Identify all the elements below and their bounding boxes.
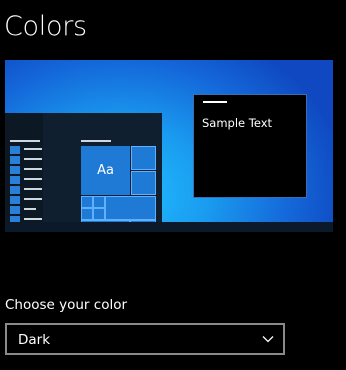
app-list-heading-line xyxy=(10,140,40,142)
start-menu-preview: Aa xyxy=(5,113,162,232)
app-list-icon xyxy=(10,156,20,164)
app-list-line xyxy=(24,198,42,200)
sample-text: Sample Text xyxy=(202,116,273,130)
app-list-line xyxy=(24,218,42,220)
app-list-icon xyxy=(10,206,20,214)
app-list-line xyxy=(24,168,42,170)
tile xyxy=(81,220,130,232)
tiles-heading-line xyxy=(81,140,111,142)
app-list-icon xyxy=(10,216,20,224)
tile xyxy=(93,196,105,208)
app-list-line xyxy=(24,208,36,210)
tile xyxy=(105,196,156,220)
app-list-line xyxy=(24,148,42,150)
tile xyxy=(131,146,156,170)
chevron-down-icon xyxy=(262,336,274,343)
tile-grid: Aa xyxy=(81,146,156,232)
choose-color-label: Choose your color xyxy=(5,297,128,313)
app-list-icon xyxy=(10,196,20,204)
app-list-icon xyxy=(10,166,20,174)
app-list-icon xyxy=(10,146,20,154)
app-list-line xyxy=(24,158,42,160)
app-list-line xyxy=(24,178,42,180)
tile xyxy=(93,208,105,220)
tile-aa: Aa xyxy=(81,146,130,195)
color-mode-selected-value: Dark xyxy=(18,332,51,348)
page-title: Colors xyxy=(4,11,87,42)
color-mode-dropdown[interactable]: Dark xyxy=(5,323,285,355)
tile-aa-label: Aa xyxy=(97,163,114,178)
theme-preview: Aa Sample Text xyxy=(5,60,333,232)
tile xyxy=(130,220,156,232)
tile xyxy=(81,208,93,220)
tile xyxy=(81,196,93,208)
app-list-icon xyxy=(10,186,20,194)
sample-window-title-line xyxy=(203,101,227,103)
tile xyxy=(131,171,156,195)
app-list-line xyxy=(24,188,42,190)
sample-window-preview: Sample Text xyxy=(193,94,307,198)
app-list-icon xyxy=(10,176,20,184)
